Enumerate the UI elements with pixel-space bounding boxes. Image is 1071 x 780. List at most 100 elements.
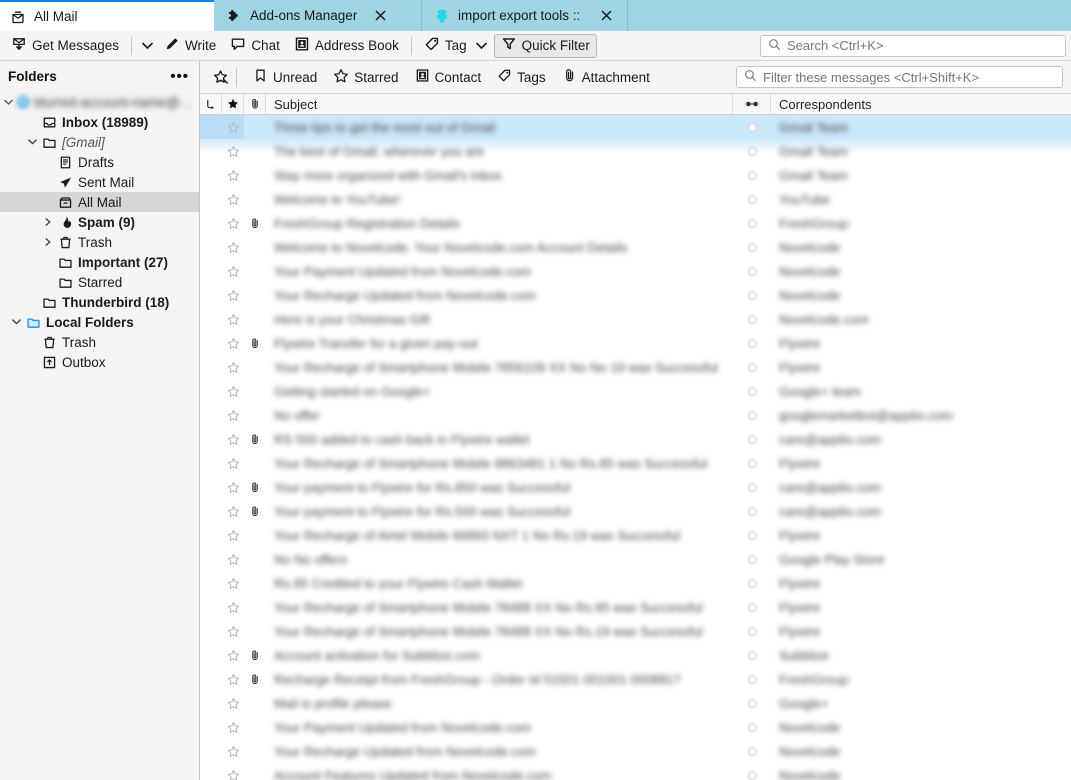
message-star-toggle[interactable]	[222, 331, 244, 355]
folder-row-spam-9[interactable]: Spam (9)	[0, 212, 199, 232]
message-row[interactable]: Your Recharge of Smartphone Mobile 78488…	[200, 619, 1071, 643]
folder-row-local-folders[interactable]: Local Folders	[0, 312, 199, 332]
message-row[interactable]: RS 500 added to cash back in Flywire wal…	[200, 427, 1071, 451]
quick-filter-attachment[interactable]: Attachment	[554, 65, 658, 89]
message-read-toggle[interactable]	[733, 139, 771, 163]
message-star-toggle[interactable]	[222, 643, 244, 667]
pin-star-icon[interactable]	[206, 69, 234, 86]
message-star-toggle[interactable]	[222, 499, 244, 523]
folder-row-trash[interactable]: Trash	[0, 232, 199, 252]
message-row[interactable]: Welcome to Novelcode. Your Novelcode.com…	[200, 235, 1071, 259]
column-header-correspondents[interactable]: Correspondents	[771, 94, 1071, 115]
message-star-toggle[interactable]	[222, 667, 244, 691]
message-list[interactable]: Three tips to get the most out of Gmail G…	[200, 115, 1071, 780]
folder-row-gmail[interactable]: [Gmail]	[0, 132, 199, 152]
message-row[interactable]: Welcome to YouTube! YouTube	[200, 187, 1071, 211]
quick-filter-tags[interactable]: Tags	[489, 65, 554, 89]
folder-row-all-mail[interactable]: All Mail	[0, 192, 199, 212]
message-read-toggle[interactable]	[733, 667, 771, 691]
message-star-toggle[interactable]	[222, 187, 244, 211]
message-read-toggle[interactable]	[733, 691, 771, 715]
message-star-toggle[interactable]	[222, 307, 244, 331]
message-read-toggle[interactable]	[733, 307, 771, 331]
chevron-down-icon[interactable]	[27, 138, 37, 146]
message-star-toggle[interactable]	[222, 235, 244, 259]
message-star-toggle[interactable]	[222, 163, 244, 187]
message-read-toggle[interactable]	[733, 619, 771, 643]
column-header-unread[interactable]	[733, 93, 771, 115]
address-book-button[interactable]: Address Book	[287, 34, 406, 58]
message-row[interactable]: Your Recharge of Smartphone Mobile 78561…	[200, 355, 1071, 379]
message-row[interactable]: Your Recharge of Airtel Mobile 66893 NXT…	[200, 523, 1071, 547]
folder-row-sent-mail[interactable]: Sent Mail	[0, 172, 199, 192]
message-star-toggle[interactable]	[222, 451, 244, 475]
ellipsis-icon[interactable]: •••	[170, 69, 189, 84]
message-read-toggle[interactable]	[733, 523, 771, 547]
message-read-toggle[interactable]	[733, 547, 771, 571]
message-star-toggle[interactable]	[222, 259, 244, 283]
folder-row-thunderbird-18[interactable]: Thunderbird (18)	[0, 292, 199, 312]
message-read-toggle[interactable]	[733, 331, 771, 355]
folder-row-inbox-18989[interactable]: Inbox (18989)	[0, 112, 199, 132]
column-header-subject[interactable]: Subject	[266, 93, 733, 115]
message-star-toggle[interactable]	[222, 115, 244, 139]
message-read-toggle[interactable]	[733, 211, 771, 235]
message-row[interactable]: Your Payment Updated from Novelcode.com N…	[200, 715, 1071, 739]
quick-filter-button[interactable]: Quick Filter	[493, 33, 597, 58]
message-star-toggle[interactable]	[222, 211, 244, 235]
column-header-star[interactable]	[222, 93, 244, 115]
get-messages-button[interactable]: Get Messages	[4, 34, 126, 58]
message-star-toggle[interactable]	[222, 403, 244, 427]
message-star-toggle[interactable]	[222, 139, 244, 163]
get-messages-dropdown[interactable]	[137, 34, 157, 58]
message-read-toggle[interactable]	[733, 739, 771, 763]
message-read-toggle[interactable]	[733, 427, 771, 451]
message-row[interactable]: No No offers Google Play Store	[200, 547, 1071, 571]
close-icon[interactable]	[371, 7, 389, 25]
write-button[interactable]: Write	[157, 34, 223, 58]
chevron-right-icon[interactable]	[44, 238, 53, 246]
message-row[interactable]: Your payment to Flywire for Rs.500 was S…	[200, 499, 1071, 523]
chevron-down-icon[interactable]	[475, 42, 487, 50]
column-header-thread[interactable]	[200, 93, 222, 115]
chevron-down-icon[interactable]	[24, 138, 40, 146]
message-row[interactable]: Recharge Receipt from FreshGroup - Order…	[200, 667, 1071, 691]
message-star-toggle[interactable]	[222, 283, 244, 307]
message-read-toggle[interactable]	[733, 595, 771, 619]
message-read-toggle[interactable]	[733, 283, 771, 307]
message-row[interactable]: Three tips to get the most out of Gmail G…	[200, 115, 1071, 153]
message-row[interactable]: Getting started on Google+ Google+ team	[200, 379, 1071, 403]
message-star-toggle[interactable]	[222, 619, 244, 643]
message-read-toggle[interactable]	[733, 163, 771, 187]
message-read-toggle[interactable]	[733, 499, 771, 523]
quick-filter-unread[interactable]: Unread	[245, 65, 325, 89]
tab-addons-manager[interactable]: Add-ons Manager	[214, 0, 422, 31]
message-read-toggle[interactable]	[733, 235, 771, 259]
message-row[interactable]: Rs.95 Credited to your Flywire Cash Wall…	[200, 571, 1071, 595]
message-row[interactable]: Your Payment Updated from Novelcode.com N…	[200, 259, 1071, 283]
quick-filter-starred[interactable]: Starred	[325, 65, 406, 89]
folder-row-drafts[interactable]: Drafts	[0, 152, 199, 172]
message-row[interactable]: Account activation for Subblize.com Subbl…	[200, 643, 1071, 667]
message-row[interactable]: The best of Gmail, wherever you are Gmail…	[200, 139, 1071, 163]
message-row[interactable]: Flywire Transfer for a given pay-out Flyw…	[200, 331, 1071, 355]
message-star-toggle[interactable]	[222, 547, 244, 571]
message-row[interactable]: No offer googlemarketbot@apptio.com	[200, 403, 1071, 427]
message-star-toggle[interactable]	[222, 691, 244, 715]
message-read-toggle[interactable]	[733, 403, 771, 427]
folder-row-starred[interactable]: Starred	[0, 272, 199, 292]
chat-button[interactable]: Chat	[223, 34, 287, 58]
message-read-toggle[interactable]	[733, 259, 771, 283]
message-row[interactable]: FreshGroup Registration Details FreshGrou…	[200, 211, 1071, 235]
message-row[interactable]: Your Recharge Updated from Novelcode.com…	[200, 283, 1071, 307]
message-row[interactable]: Your payment to Flywire for Rs.850 was S…	[200, 475, 1071, 499]
message-read-toggle[interactable]	[733, 763, 771, 780]
chevron-down-icon[interactable]	[0, 99, 16, 106]
chevron-right-icon[interactable]	[44, 218, 53, 226]
chevron-right-icon[interactable]	[40, 238, 56, 246]
message-star-toggle[interactable]	[222, 739, 244, 763]
message-row[interactable]: Here is your Christmas Gift Novelcode.com	[200, 307, 1071, 331]
folder-row-outbox[interactable]: Outbox	[0, 352, 199, 372]
message-row[interactable]: Your Recharge of Smartphone Mobile 88634…	[200, 451, 1071, 475]
quick-filter-contact[interactable]: Contact	[407, 65, 490, 89]
